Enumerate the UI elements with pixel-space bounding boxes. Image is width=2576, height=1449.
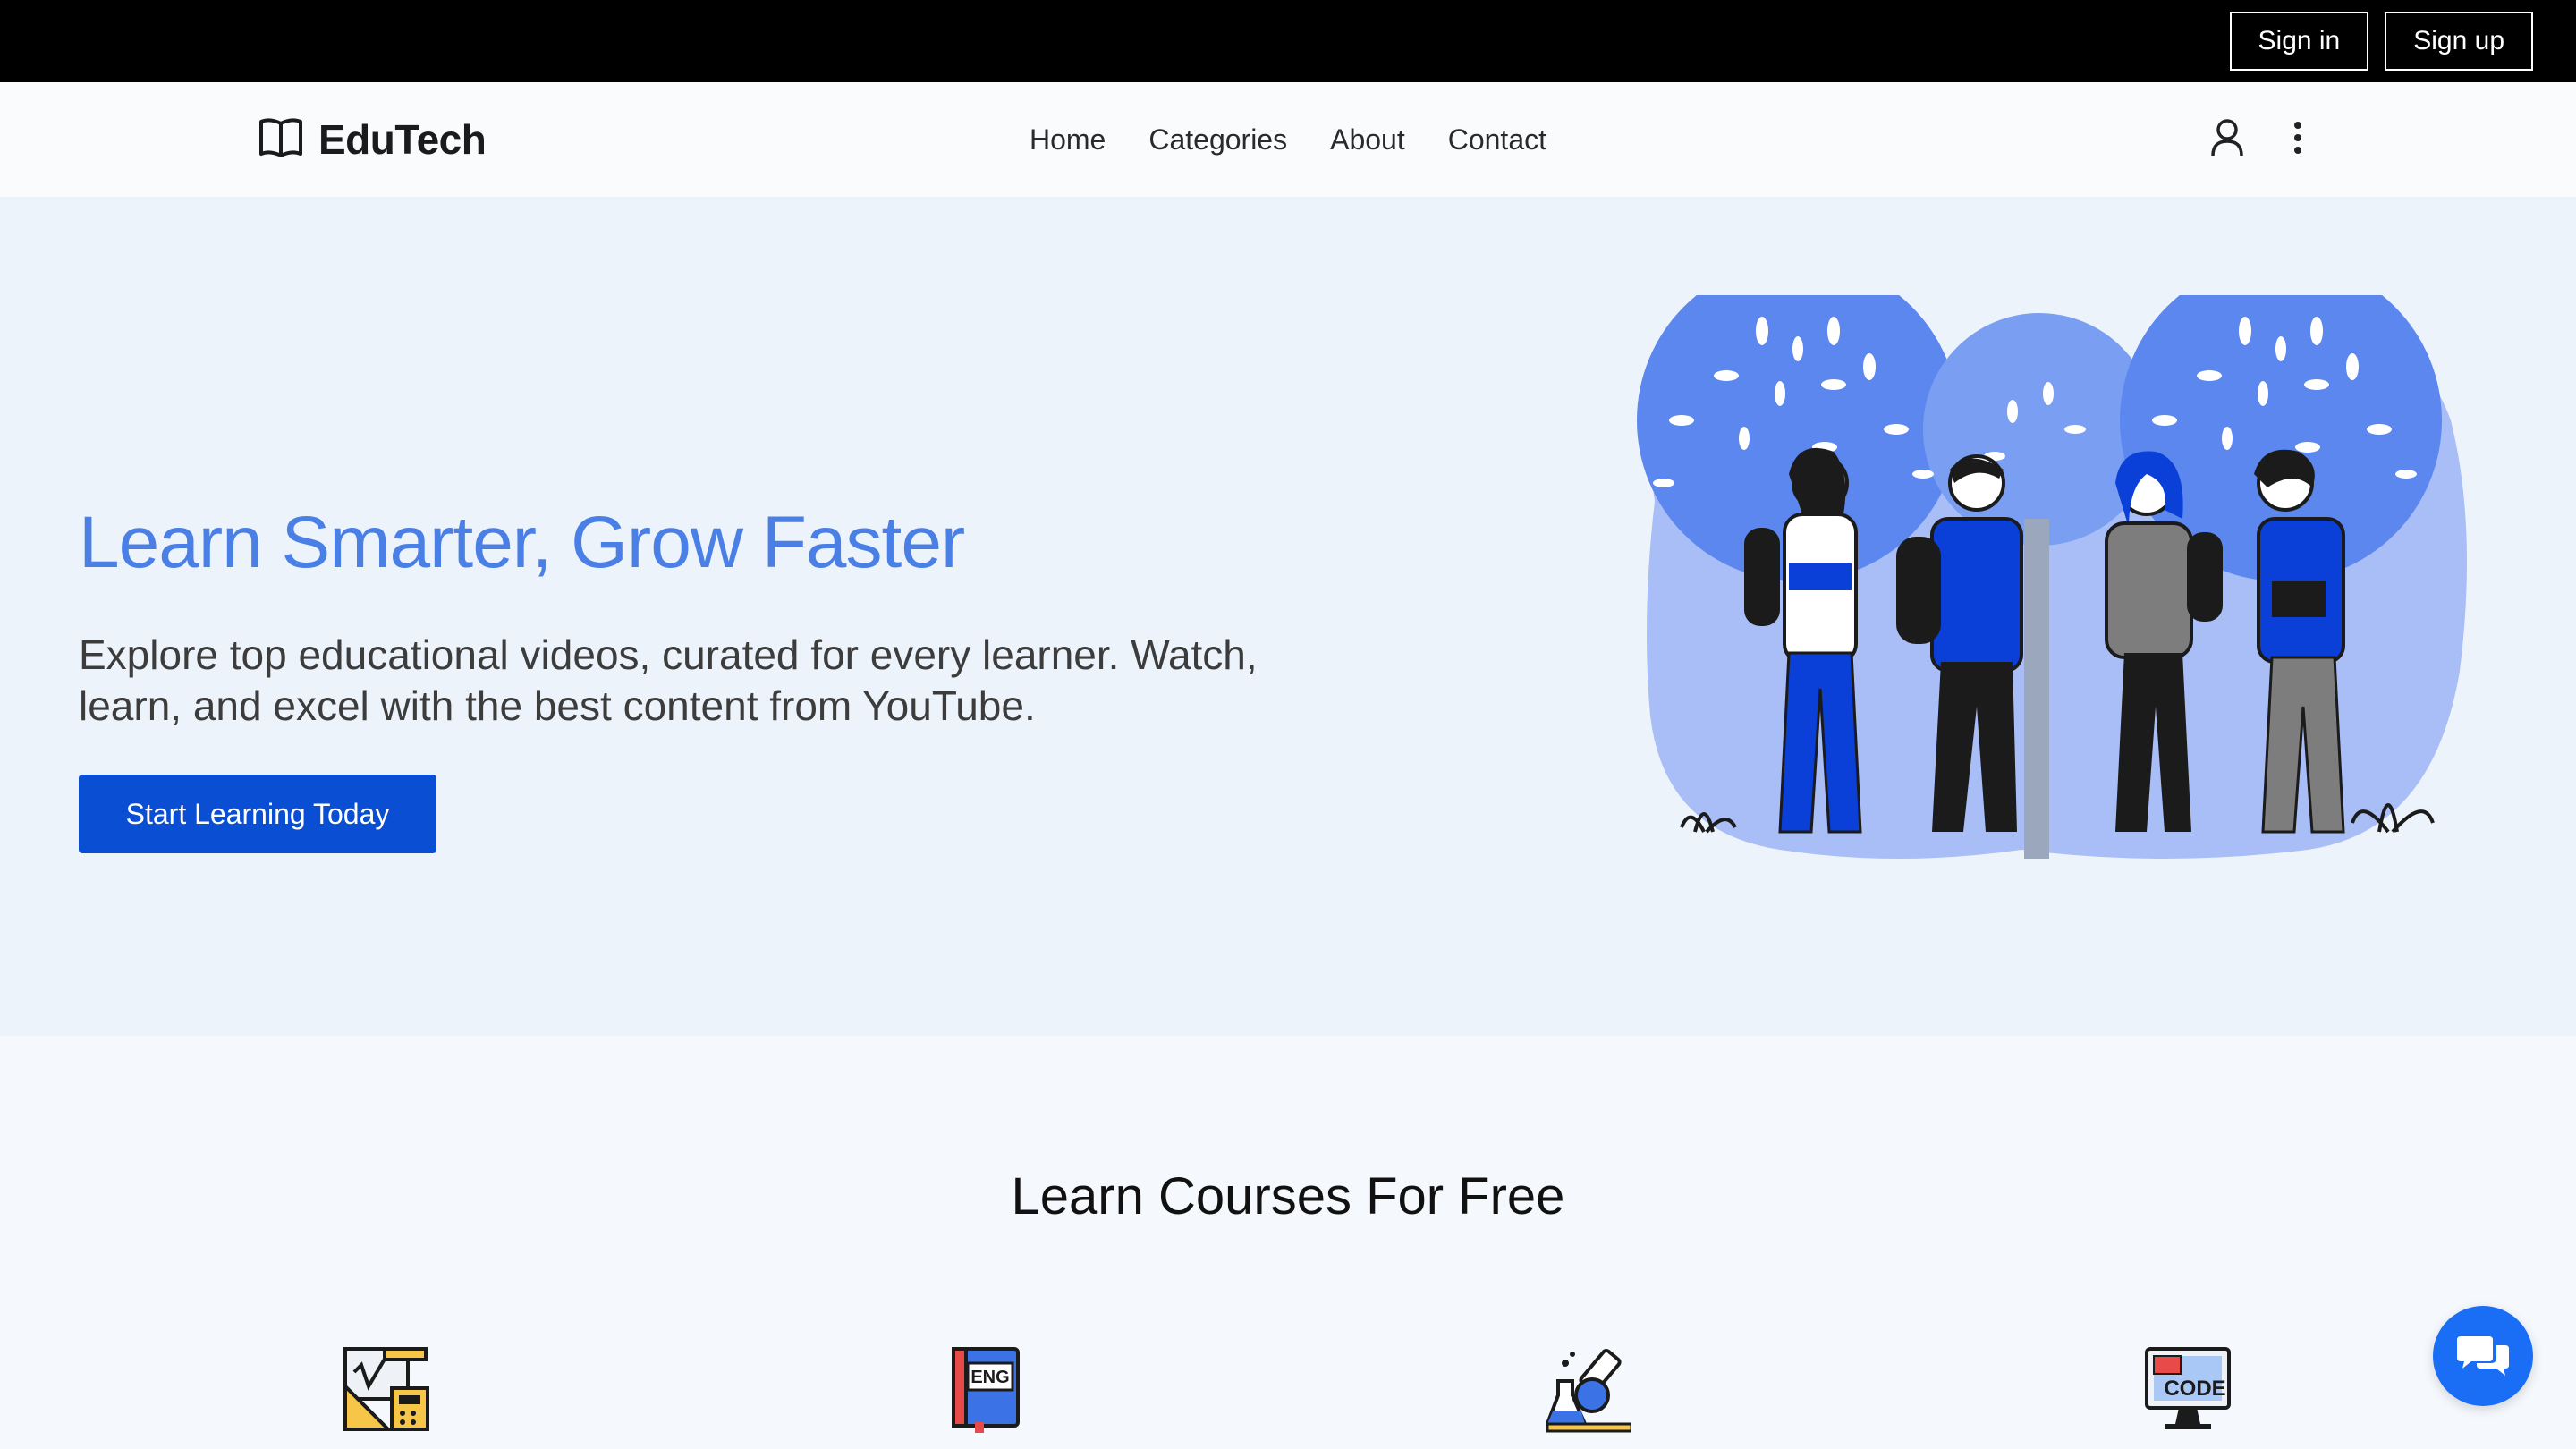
- brand-logo[interactable]: EduTech: [258, 82, 487, 197]
- science-lab-icon[interactable]: [1545, 1345, 1633, 1437]
- hero-description: Explore top educational videos, curated …: [79, 631, 1258, 729]
- hero-title: Learn Smarter, Grow Faster: [79, 502, 965, 583]
- main-navbar: EduTech Home Categories About Contact: [0, 82, 2576, 197]
- open-book-icon: [258, 116, 304, 164]
- auth-bar: Sign in Sign up: [0, 0, 2576, 82]
- nav-categories[interactable]: Categories: [1148, 123, 1287, 157]
- hero-section: Learn Smarter, Grow Faster Explore top e…: [0, 197, 2576, 1036]
- code-monitor-icon[interactable]: CODE: [2143, 1345, 2233, 1437]
- code-monitor-label: CODE: [2164, 1377, 2225, 1401]
- nav-contact[interactable]: Contact: [1448, 123, 1546, 157]
- brand-name: EduTech: [318, 116, 487, 163]
- courses-title: Learn Courses For Free: [1011, 1167, 1565, 1225]
- nav-icons: [2209, 82, 2304, 197]
- start-learning-button[interactable]: Start Learning Today: [79, 775, 436, 853]
- nav-home[interactable]: Home: [1030, 123, 1106, 157]
- students-illustration: [1628, 259, 2478, 881]
- sign-up-button[interactable]: Sign up: [2385, 12, 2533, 71]
- english-book-icon[interactable]: ENG: [948, 1345, 1023, 1437]
- user-icon[interactable]: [2209, 118, 2245, 162]
- kebab-menu-icon[interactable]: [2292, 120, 2304, 160]
- english-book-label: ENG: [970, 1368, 1009, 1387]
- nav-about[interactable]: About: [1330, 123, 1405, 157]
- chat-button[interactable]: [2433, 1306, 2533, 1406]
- math-tools-icon[interactable]: [342, 1345, 431, 1437]
- sign-in-button[interactable]: Sign in: [2229, 12, 2369, 71]
- chat-bubbles-icon: [2457, 1333, 2509, 1380]
